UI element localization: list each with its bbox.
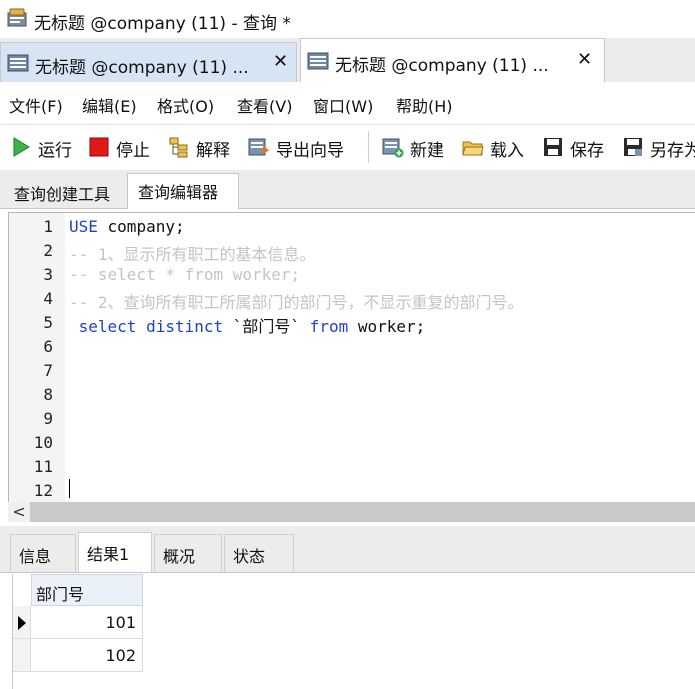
explain-button[interactable]: 解释 (168, 133, 236, 161)
save-button[interactable]: 保存 (542, 133, 610, 161)
code-line-3: -- select * from worker; (69, 265, 301, 284)
window-title: 无标题 @company (11) - 查询 * (34, 14, 291, 34)
load-button[interactable]: 载入 (462, 133, 532, 161)
document-tab-2-active[interactable]: 无标题 @company (11) ... ✕ (300, 38, 605, 82)
line-number-gutter: 1 2 3 4 5 6 7 8 9 10 11 12 (9, 213, 65, 503)
result-tabs: 信息 结果1 概况 状态 (0, 526, 695, 573)
line-number: 1 (43, 217, 53, 236)
query-app-icon (7, 8, 27, 27)
stop-button[interactable]: 停止 (88, 133, 156, 161)
line-number: 8 (43, 385, 53, 404)
line-number: 10 (33, 433, 53, 452)
code-line-5: select distinct `部门号` from worker; (69, 317, 426, 336)
row-indicator[interactable] (13, 639, 31, 672)
tab-profile[interactable]: 概况 (154, 534, 222, 572)
menu-view[interactable]: 查看(V) (237, 93, 292, 117)
editor-mode-tabs: 查询创建工具 查询编辑器 (0, 170, 695, 209)
menu-help[interactable]: 帮助(H) (396, 93, 453, 117)
tab-status[interactable]: 状态 (224, 534, 294, 572)
line-number: 2 (43, 241, 53, 260)
tab-query-builder[interactable]: 查询创建工具 (4, 175, 125, 208)
toolbar: 运行 停止 解释 导出向导 新建 载入 保存 另存为 (0, 125, 695, 169)
document-tab-label: 无标题 @company (11) ... (335, 56, 549, 76)
document-tab-label: 无标题 @company (11) ... (35, 58, 249, 78)
line-number: 4 (43, 289, 53, 308)
table-cell[interactable]: 102 (31, 639, 143, 672)
column-header-dept-no[interactable]: 部门号 (31, 574, 143, 606)
code-line-4: -- 2、查询所有职工所属部门的部门号，不显示重复的部门号。 (69, 293, 524, 312)
scroll-left-icon[interactable]: < (8, 502, 30, 522)
new-query-icon (382, 138, 404, 158)
table-cell[interactable]: 101 (31, 606, 143, 639)
save-as-disk-icon (624, 138, 642, 156)
close-icon[interactable]: ✕ (577, 49, 592, 70)
line-number: 5 (43, 313, 53, 332)
menu-edit[interactable]: 编辑(E) (82, 93, 137, 117)
horizontal-scrollbar[interactable]: < (8, 502, 695, 522)
result-grid: 部门号 101 102 (12, 574, 695, 689)
menu-file[interactable]: 文件(F) (9, 93, 63, 117)
explain-tree-icon (169, 137, 188, 158)
toolbar-divider (368, 131, 369, 163)
export-wizard-button[interactable]: 导出向导 (248, 133, 352, 161)
line-number: 11 (33, 457, 53, 476)
menu-bar: 文件(F) 编辑(E) 格式(O) 查看(V) 窗口(W) 帮助(H) (0, 82, 695, 125)
new-button[interactable]: 新建 (382, 133, 452, 161)
stop-icon (89, 137, 109, 157)
code-line-1: USE company; (69, 217, 185, 236)
tab-query-editor[interactable]: 查询编辑器 (127, 173, 239, 209)
text-caret (69, 479, 70, 498)
row-indicator-current[interactable] (13, 606, 31, 639)
query-tab-icon (7, 54, 29, 72)
export-icon (248, 138, 270, 156)
sql-editor[interactable]: 1 2 3 4 5 6 7 8 9 10 11 12 USE company; … (8, 212, 695, 503)
line-number: 9 (43, 409, 53, 428)
document-tab-strip: 无标题 @company (11) ... ✕ 无标题 @company (11… (0, 38, 695, 82)
query-tab-icon (307, 52, 329, 70)
document-tab-1[interactable]: 无标题 @company (11) ... ✕ (0, 42, 297, 82)
close-icon[interactable]: ✕ (273, 51, 288, 72)
current-row-arrow-icon (18, 616, 26, 630)
tab-result-1[interactable]: 结果1 (78, 532, 152, 572)
folder-open-icon (462, 141, 484, 156)
save-as-button[interactable]: 另存为 (622, 133, 695, 161)
menu-window[interactable]: 窗口(W) (313, 93, 373, 117)
title-bar: 无标题 @company (11) - 查询 * (0, 0, 695, 38)
run-button[interactable]: 运行 (10, 133, 76, 161)
code-line-2: -- 1、显示所有职工的基本信息。 (69, 245, 316, 264)
save-disk-icon (544, 138, 562, 156)
menu-format[interactable]: 格式(O) (157, 93, 214, 117)
line-number: 3 (43, 265, 53, 284)
play-icon (13, 137, 30, 157)
line-number: 12 (33, 481, 53, 500)
tab-info[interactable]: 信息 (10, 534, 76, 572)
line-number: 7 (43, 361, 53, 380)
line-number: 6 (43, 337, 53, 356)
